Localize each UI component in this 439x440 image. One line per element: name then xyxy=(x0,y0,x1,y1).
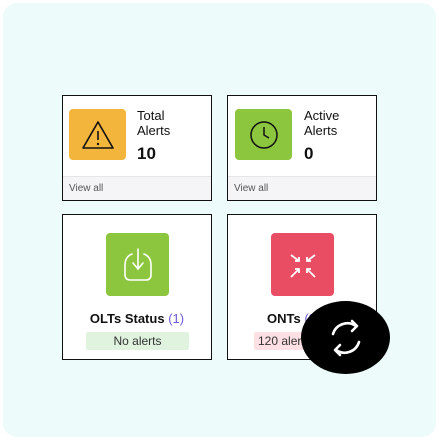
active-alerts-label-line1: Active xyxy=(304,108,340,123)
olt-device-icon xyxy=(106,233,169,296)
active-alerts-view-all-link[interactable]: View all xyxy=(228,176,376,200)
total-alerts-card[interactable]: Total Alerts 10 View all xyxy=(62,95,212,201)
active-alerts-value: 0 xyxy=(304,144,314,163)
refresh-icon xyxy=(331,319,360,356)
refresh-button[interactable] xyxy=(301,301,390,374)
total-alerts-label-line2: Alerts xyxy=(137,123,171,138)
total-alerts-label-line1: Total xyxy=(137,108,165,123)
olts-status-badge: No alerts xyxy=(86,332,189,350)
total-alerts-view-all-link[interactable]: View all xyxy=(63,176,211,200)
ont-expand-arrows-icon xyxy=(271,233,334,296)
clock-icon xyxy=(235,109,292,160)
olts-status-label: OLTs Status xyxy=(89,311,165,326)
active-alerts-card[interactable]: Active Alerts 0 View all xyxy=(227,95,377,201)
total-alerts-value: 10 xyxy=(137,144,156,163)
olts-status-card[interactable]: OLTs Status (1) No alerts xyxy=(62,214,212,360)
warning-triangle-icon xyxy=(69,109,126,160)
olts-status-title: OLTs Status (1) xyxy=(63,311,211,326)
active-alerts-label-line2: Alerts xyxy=(304,123,338,138)
onts-status-label: ONTs xyxy=(267,311,301,326)
olts-count: (1) xyxy=(168,311,185,326)
